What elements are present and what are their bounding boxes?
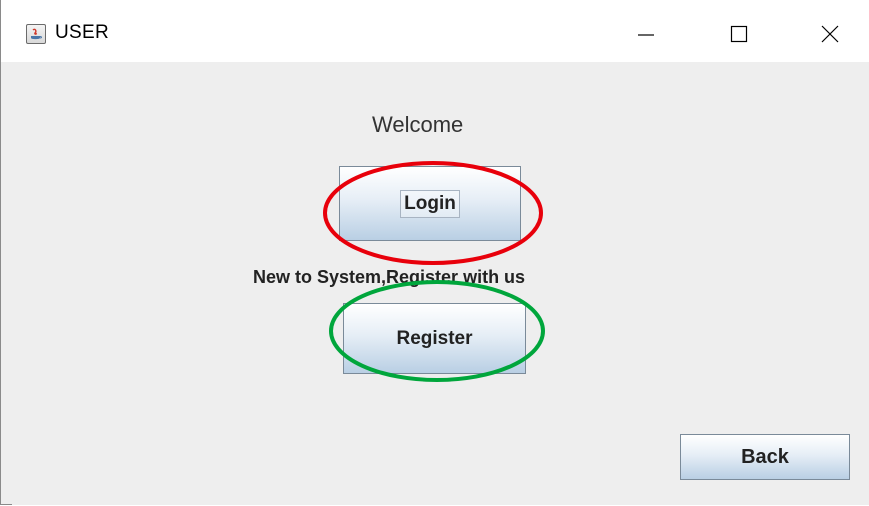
minimize-icon: [638, 34, 654, 36]
register-button[interactable]: Register: [343, 303, 526, 374]
back-button[interactable]: Back: [680, 434, 850, 480]
content-panel: Welcome Login New to System,Register wit…: [12, 62, 869, 505]
maximize-button[interactable]: [716, 14, 762, 54]
login-button[interactable]: Login: [339, 166, 521, 241]
title-bar[interactable]: USER: [1, 0, 869, 62]
minimize-button[interactable]: [623, 14, 669, 54]
back-button-label: Back: [741, 445, 789, 468]
close-icon: [821, 25, 839, 43]
register-button-label: Register: [396, 327, 473, 349]
java-app-icon: [26, 24, 46, 44]
window-title: USER: [55, 22, 109, 43]
app-window: USER Welcome Login New to System,Registe…: [0, 0, 869, 505]
maximize-icon: [730, 25, 748, 43]
close-button[interactable]: [807, 14, 853, 54]
login-button-label: Login: [400, 189, 460, 218]
welcome-heading: Welcome: [372, 112, 464, 137]
register-hint-label: New to System,Register with us: [253, 267, 526, 287]
